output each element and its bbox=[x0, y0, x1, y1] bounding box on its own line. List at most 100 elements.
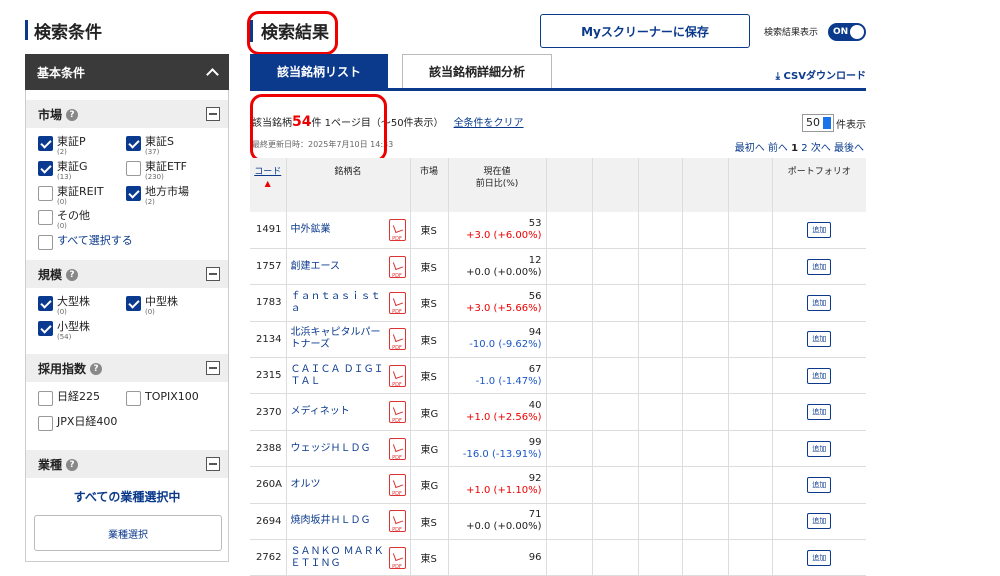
row-empty-cell bbox=[728, 321, 773, 359]
add-to-portfolio-button[interactable]: 追加 bbox=[807, 440, 832, 457]
checkbox[interactable] bbox=[38, 186, 53, 201]
add-to-portfolio-button[interactable]: 追加 bbox=[807, 331, 832, 348]
stock-name-link[interactable]: 中外鉱業 bbox=[291, 224, 331, 236]
pdf-icon[interactable]: PDF bbox=[388, 291, 406, 315]
checkbox[interactable] bbox=[126, 391, 141, 406]
sidebar.market-checkbox-item[interactable]: 東証ETF (230) bbox=[126, 161, 187, 181]
row-empty-cell bbox=[592, 248, 639, 286]
table-row[interactable]: 2694 焼肉坂井ＨＬＤＧ PDF 東S 71 +0.0 (+0.00%) 追加 bbox=[250, 503, 866, 541]
table-row[interactable]: 1757 創建エース PDF 東S 12 +0.0 (+0.00%) 追加 bbox=[250, 248, 866, 286]
row-price-cell: 92 +1.0 (+1.10%) bbox=[448, 466, 547, 504]
checkbox[interactable] bbox=[126, 161, 141, 176]
add-to-portfolio-button[interactable]: 追加 bbox=[807, 367, 832, 384]
collapse-icon[interactable] bbox=[206, 267, 220, 281]
add-to-portfolio-button[interactable]: 追加 bbox=[807, 476, 832, 493]
table-row[interactable]: 2388 ウェッジＨＬＤＧ PDF 東G 99 -16.0 (-13.91%) 追加 bbox=[250, 430, 866, 468]
pdf-icon[interactable]: PDF bbox=[388, 473, 406, 497]
collapse-icon[interactable] bbox=[206, 457, 220, 471]
results-display-toggle[interactable]: ON bbox=[828, 23, 866, 41]
select-all-checkbox[interactable] bbox=[38, 235, 53, 250]
checkbox[interactable] bbox=[38, 391, 53, 406]
clear-all-conditions-link[interactable]: 全条件をクリア bbox=[454, 118, 524, 129]
add-to-portfolio-button[interactable]: 追加 bbox=[807, 258, 832, 275]
sidebar.market-checkbox-item[interactable]: 東証G (13) bbox=[38, 161, 88, 181]
help-icon[interactable]: ? bbox=[66, 459, 79, 471]
add-to-portfolio-button[interactable]: 追加 bbox=[807, 513, 832, 530]
sidebar.scale-checkbox-item[interactable]: 小型株 (54) bbox=[38, 321, 90, 341]
sidebar.market-checkbox-item[interactable]: その他 (0) bbox=[38, 210, 90, 230]
stock-name-link[interactable]: ＳＡＮＫＯ ＭＡＲＫＥＴＩＮＧ bbox=[291, 546, 389, 570]
select-all-markets[interactable]: すべて選択する bbox=[38, 235, 133, 250]
tab-detailed-analysis[interactable]: 該当銘柄詳細分析 bbox=[402, 54, 552, 88]
checkbox[interactable] bbox=[126, 186, 141, 201]
collapse-icon[interactable] bbox=[206, 107, 220, 121]
pager-last[interactable]: 最後へ bbox=[834, 143, 864, 154]
table-row[interactable]: 2315 ＣＡＩＣＡ ＤＩＧＩＴＡＬ PDF 東S 67 -1.0 (-1.47%) 追加 bbox=[250, 357, 866, 395]
sidebar.index-checkbox-item[interactable]: TOPIX100 bbox=[126, 391, 199, 406]
column-code[interactable]: コード ▲ bbox=[250, 158, 287, 212]
stock-name-link[interactable]: ｆａｎｔａｓｉｓｔａ bbox=[291, 291, 389, 315]
row-empty-cell bbox=[682, 321, 729, 359]
pdf-icon[interactable]: PDF bbox=[388, 328, 406, 351]
table-row[interactable]: 260A オルツ PDF 東G 92 +1.0 (+1.10%) 追加 bbox=[250, 466, 866, 504]
basic-conditions-header[interactable]: 基本条件 bbox=[25, 54, 229, 90]
collapse-icon[interactable] bbox=[206, 361, 220, 375]
chevron-up-icon[interactable] bbox=[206, 68, 219, 81]
pager-next[interactable]: 次へ bbox=[811, 143, 831, 154]
industry-select-button[interactable]: 業種選択 bbox=[34, 515, 222, 551]
pdf-icon[interactable]: PDF bbox=[388, 218, 406, 242]
help-icon[interactable]: ? bbox=[66, 269, 79, 281]
stock-name-link[interactable]: 焼肉坂井ＨＬＤＧ bbox=[291, 515, 371, 527]
stock-name-link[interactable]: ＣＡＩＣＡ ＤＩＧＩＴＡＬ bbox=[291, 364, 389, 388]
csv-download-link[interactable]: ⤓ CSVダウンロード bbox=[776, 67, 866, 82]
add-to-portfolio-button[interactable]: 追加 bbox=[807, 221, 832, 238]
sidebar.market-checkbox-item[interactable]: 東証P (2) bbox=[38, 136, 86, 156]
pdf-icon[interactable]: PDF bbox=[388, 364, 406, 388]
per-page-input[interactable]: 50 bbox=[802, 114, 834, 132]
sidebar.index-checkbox-item[interactable]: 日経225 bbox=[38, 391, 100, 406]
table-row[interactable]: 1783 ｆａｎｔａｓｉｓｔａ PDF 東S 56 +3.0 (+5.66%) 追加 bbox=[250, 284, 866, 322]
checkbox[interactable] bbox=[38, 416, 53, 431]
help-icon[interactable]: ? bbox=[90, 363, 103, 375]
checkbox[interactable] bbox=[126, 296, 141, 311]
pdf-icon[interactable]: PDF bbox=[388, 510, 406, 533]
help-icon[interactable]: ? bbox=[66, 109, 79, 121]
checkbox-label-group: 大型株 (0) bbox=[57, 296, 90, 317]
checkbox[interactable] bbox=[38, 296, 53, 311]
add-to-portfolio-button[interactable]: 追加 bbox=[807, 294, 832, 311]
sidebar.market-checkbox-item[interactable]: 東証S (37) bbox=[126, 136, 174, 156]
stock-name-link[interactable]: ウェッジＨＬＤＧ bbox=[291, 443, 371, 455]
checkbox[interactable] bbox=[38, 136, 53, 151]
sidebar.index-checkbox-item[interactable]: JPX日経400 bbox=[38, 416, 117, 431]
pager-prev[interactable]: 前へ bbox=[768, 143, 788, 154]
add-to-portfolio-button[interactable]: 追加 bbox=[807, 404, 832, 421]
pdf-icon[interactable]: PDF bbox=[388, 401, 406, 424]
stock-name-link[interactable]: メディネット bbox=[291, 406, 350, 418]
table-row[interactable]: 2762 ＳＡＮＫＯ ＭＡＲＫＥＴＩＮＧ PDF 東S 96 追加 bbox=[250, 539, 866, 576]
stock-name-link[interactable]: オルツ bbox=[291, 479, 321, 491]
checkbox[interactable] bbox=[126, 136, 141, 151]
tab-matching-list[interactable]: 該当銘柄リスト bbox=[250, 54, 388, 88]
save-to-my-screener-button[interactable]: Myスクリーナーに保存 bbox=[540, 14, 750, 48]
sidebar.scale-checkbox-item[interactable]: 大型株 (0) bbox=[38, 296, 90, 316]
column-code-label[interactable]: コード bbox=[254, 167, 281, 177]
pdf-icon[interactable]: PDF bbox=[388, 546, 406, 570]
pdf-icon[interactable]: PDF bbox=[388, 437, 406, 461]
stock-name-link[interactable]: 北浜キャピタルパートナーズ bbox=[291, 327, 389, 351]
table-row[interactable]: 2134 北浜キャピタルパートナーズ PDF 東S 94 -10.0 (-9.62%) 追加 bbox=[250, 321, 866, 359]
sidebar.market-checkbox-item[interactable]: 東証REIT (0) bbox=[38, 186, 104, 206]
select-all-label[interactable]: すべて選択する bbox=[57, 235, 133, 247]
table-row[interactable]: 2370 メディネット PDF 東G 40 +1.0 (+2.56%) 追加 bbox=[250, 393, 866, 431]
pager-first[interactable]: 最初へ bbox=[735, 143, 765, 154]
stock-name-link[interactable]: 創建エース bbox=[291, 261, 341, 273]
pager-page-2[interactable]: 2 bbox=[801, 143, 807, 154]
table-row[interactable]: 1491 中外鉱業 PDF 東S 53 +3.0 (+6.00%) 追加 bbox=[250, 212, 866, 249]
add-to-portfolio-button[interactable]: 追加 bbox=[807, 549, 832, 566]
pdf-icon[interactable]: PDF bbox=[388, 255, 406, 279]
checkbox[interactable] bbox=[38, 210, 53, 225]
sidebar.scale-checkbox-item[interactable]: 中型株 (0) bbox=[126, 296, 178, 316]
basic-conditions-label: 基本条件 bbox=[37, 65, 86, 80]
checkbox[interactable] bbox=[38, 161, 53, 176]
checkbox[interactable] bbox=[38, 321, 53, 336]
sidebar.market-checkbox-item[interactable]: 地方市場 (2) bbox=[126, 186, 189, 206]
